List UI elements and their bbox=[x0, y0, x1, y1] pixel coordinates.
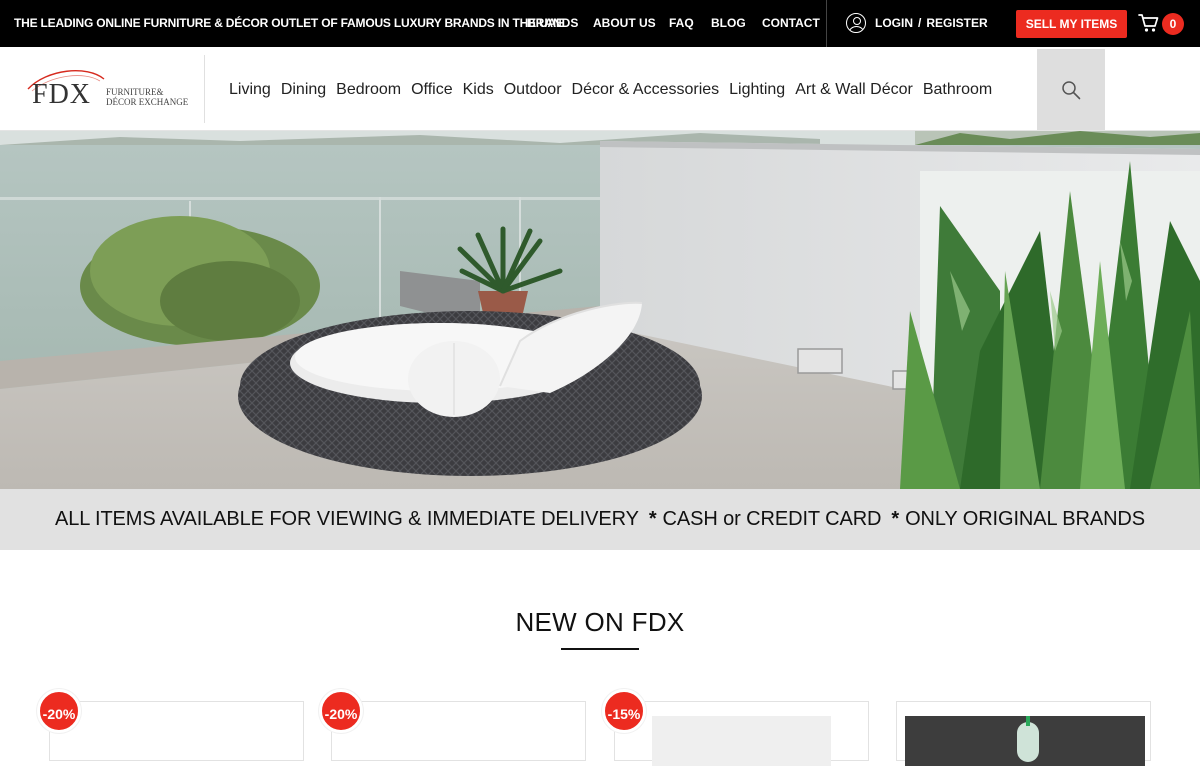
top-link-contact[interactable]: CONTACT bbox=[762, 16, 820, 30]
nav-item-kids[interactable]: Kids bbox=[463, 81, 494, 98]
site-logo[interactable]: FDX FURNITURE& DÉCOR EXCHANGE bbox=[22, 67, 192, 115]
section-title-underline bbox=[561, 648, 639, 650]
cart-button[interactable]: 0 bbox=[1138, 12, 1188, 36]
nav-item-dining[interactable]: Dining bbox=[281, 81, 326, 98]
nav-item-bedroom[interactable]: Bedroom bbox=[336, 81, 401, 98]
logo-line2: DÉCOR EXCHANGE bbox=[106, 97, 189, 107]
nav-item-art-wall-decor[interactable]: Art & Wall Décor bbox=[795, 81, 913, 98]
section-title: NEW ON FDX bbox=[515, 607, 685, 637]
product-card[interactable] bbox=[896, 701, 1151, 766]
cart-icon bbox=[1138, 14, 1159, 32]
top-link-blog[interactable]: BLOG bbox=[711, 16, 746, 30]
promo-strip: ALL ITEMS AVAILABLE FOR VIEWING & IMMEDI… bbox=[0, 489, 1200, 550]
top-link-about-us[interactable]: ABOUT US bbox=[593, 16, 656, 30]
nav-item-decor-accessories[interactable]: Décor & Accessories bbox=[572, 81, 720, 98]
nav-item-bathroom[interactable]: Bathroom bbox=[923, 81, 992, 98]
hero-banner[interactable] bbox=[0, 131, 1200, 489]
discount-badge: -20% bbox=[37, 689, 81, 733]
top-link-faq[interactable]: FAQ bbox=[669, 16, 694, 30]
cart-count-badge: 0 bbox=[1162, 13, 1184, 35]
search-button[interactable] bbox=[1037, 49, 1105, 130]
category-menu: Living Dining Bedroom Office Kids Outdoor Déco… bbox=[229, 81, 1002, 99]
login-separator: / bbox=[918, 16, 922, 30]
product-image-detail bbox=[1017, 722, 1039, 762]
product-card[interactable] bbox=[49, 701, 304, 761]
main-nav: FDX FURNITURE& DÉCOR EXCHANGE Living Dinin… bbox=[0, 47, 1200, 131]
nav-item-living[interactable]: Living bbox=[229, 81, 271, 98]
product-image bbox=[905, 716, 1145, 766]
promo-text-delivery: ALL ITEMS AVAILABLE FOR VIEWING & IMMEDI… bbox=[54, 508, 639, 530]
logo-mark: FDX bbox=[32, 79, 92, 110]
logo-subtitle: FURNITURE& DÉCOR EXCHANGE bbox=[106, 87, 188, 107]
promo-star-1: * bbox=[648, 508, 657, 530]
product-card[interactable] bbox=[614, 701, 869, 766]
top-bar: THE LEADING ONLINE FURNITURE & DÉCOR OUT… bbox=[0, 0, 1200, 47]
nav-item-office[interactable]: Office bbox=[411, 81, 453, 98]
account-links: LOGIN / REGISTER bbox=[875, 16, 988, 30]
sell-my-items-button[interactable]: SELL MY ITEMS bbox=[1016, 10, 1127, 38]
hero-image bbox=[0, 131, 1200, 489]
promo-text-original: ONLY ORIGINAL BRANDS bbox=[905, 508, 1145, 530]
user-icon[interactable] bbox=[846, 13, 866, 33]
topbar-divider bbox=[826, 0, 827, 47]
discount-badge: -20% bbox=[319, 689, 363, 733]
nav-divider bbox=[204, 55, 205, 123]
discount-badge: -15% bbox=[602, 689, 646, 733]
top-link-brands[interactable]: BRANDS bbox=[527, 16, 578, 30]
site-tagline: THE LEADING ONLINE FURNITURE & DÉCOR OUT… bbox=[14, 16, 564, 30]
logo-line1: FURNITURE& bbox=[106, 87, 164, 97]
nav-item-outdoor[interactable]: Outdoor bbox=[504, 81, 562, 98]
register-link[interactable]: REGISTER bbox=[926, 16, 987, 30]
nav-item-lighting[interactable]: Lighting bbox=[729, 81, 785, 98]
product-image bbox=[652, 716, 831, 766]
promo-star-2: * bbox=[891, 508, 900, 530]
search-icon bbox=[1062, 81, 1081, 100]
product-card[interactable] bbox=[331, 701, 586, 761]
login-link[interactable]: LOGIN bbox=[875, 16, 913, 30]
product-image-cord bbox=[1026, 716, 1030, 726]
promo-text-payment: CASH or CREDIT CARD bbox=[662, 508, 882, 530]
